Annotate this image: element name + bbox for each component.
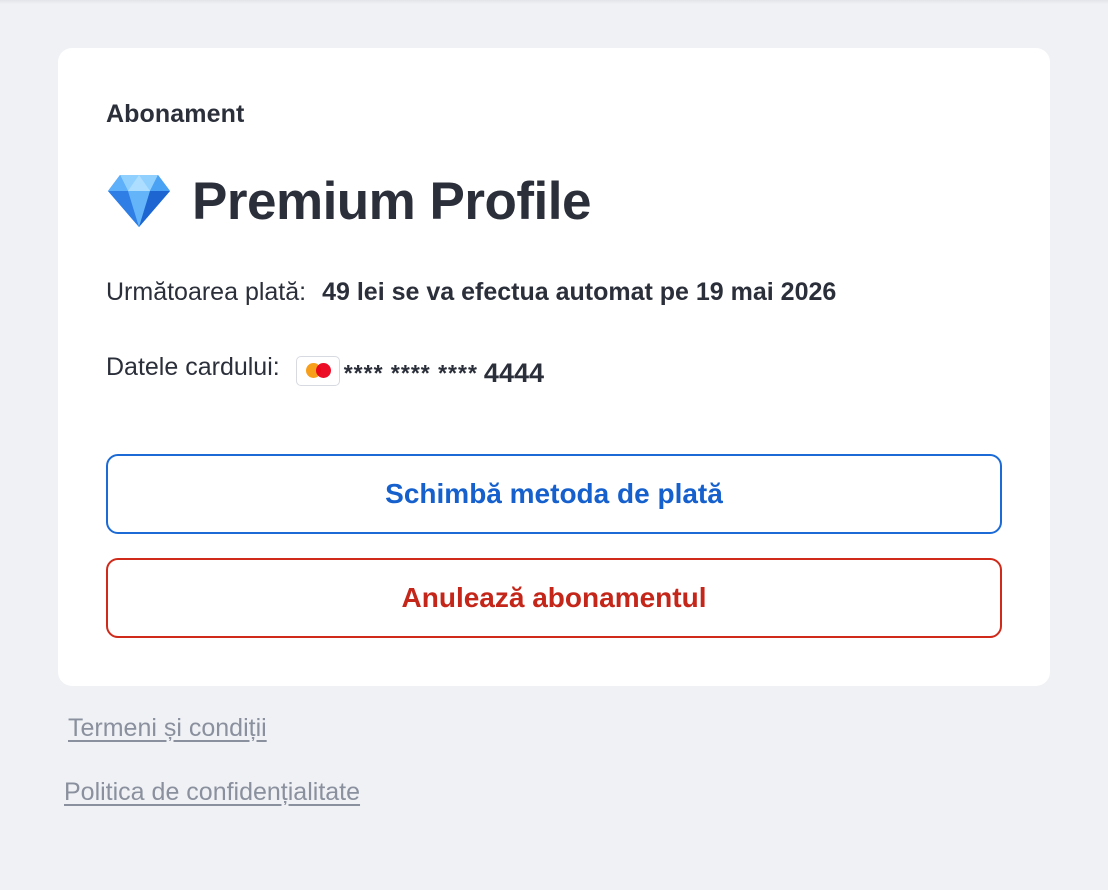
- card-details-label: Datele cardului:: [106, 353, 280, 381]
- cancel-subscription-button[interactable]: Anulează abonamentul: [106, 558, 1002, 638]
- privacy-policy-link[interactable]: Politica de confidențialitate: [64, 778, 360, 807]
- card-last-four: 4444: [483, 358, 544, 388]
- subscription-card: Abonament Premium Profile Următoarea pla…: [58, 48, 1050, 686]
- mastercard-icon: [295, 355, 340, 386]
- diamond-icon: [108, 175, 170, 227]
- change-payment-method-button[interactable]: Schimbă metoda de plată: [106, 454, 1002, 534]
- next-payment-row: Următoarea plată: 49 lei se va efectua a…: [106, 278, 836, 307]
- next-payment-label: Următoarea plată:: [106, 278, 307, 306]
- terms-link[interactable]: Termeni și condiții: [68, 714, 267, 743]
- card-number-masked: **** **** ****: [343, 360, 478, 386]
- card-details-row: Datele cardului: **** **** **** 4444: [106, 352, 544, 388]
- plan-name: Premium Profile: [192, 171, 591, 231]
- section-title: Abonament: [106, 100, 245, 128]
- top-edge-shadow: [0, 0, 1108, 4]
- plan-header: Premium Profile: [106, 166, 591, 236]
- next-payment-value: 49 lei se va efectua automat pe 19 mai 2…: [322, 278, 837, 306]
